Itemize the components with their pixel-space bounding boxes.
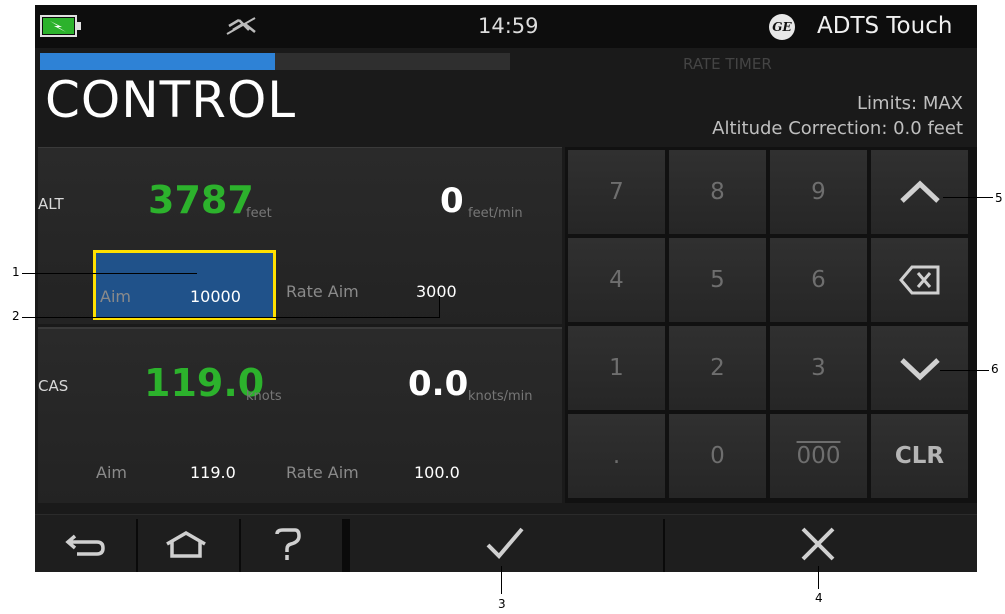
clear-button[interactable]: CLR: [871, 414, 968, 498]
rate-timer-progress-fill: [40, 53, 275, 70]
cas-unit: knots: [246, 389, 282, 404]
close-icon: [801, 527, 835, 561]
key-4[interactable]: 4: [568, 238, 665, 322]
altitude-correction-status: Altitude Correction: 0.0 feet: [712, 118, 963, 139]
chevron-up-icon: [900, 180, 940, 203]
key-decimal[interactable]: .: [568, 414, 665, 498]
rate-timer-label: RATE TIMER: [683, 55, 772, 73]
alt-aim-label: Aim: [100, 287, 131, 306]
cas-rate-value: 0.0: [408, 364, 469, 404]
cas-rate-unit: knots/min: [468, 389, 533, 404]
callout-5-line: [943, 197, 993, 198]
alt-panel[interactable]: ALT 3787 feet 0 feet/min Aim 10000 Rate …: [38, 147, 562, 324]
key-2[interactable]: 2: [669, 326, 766, 410]
alt-rate-aim-label: Rate Aim: [286, 282, 359, 301]
key-1[interactable]: 1: [568, 326, 665, 410]
callout-1-line: [22, 273, 197, 274]
cas-rate-aim-label: Rate Aim: [286, 463, 359, 482]
check-icon: [486, 527, 524, 559]
help-icon: [275, 528, 301, 560]
key-9[interactable]: 9: [770, 150, 867, 234]
alt-rate-aim-value[interactable]: 3000: [416, 282, 457, 301]
device-screen: 14:59 GE ADTS Touch RATE TIMER CONTROL L…: [35, 5, 977, 572]
callout-3: 3: [498, 597, 506, 611]
callout-6-line: [940, 370, 989, 371]
cas-aim-value[interactable]: 119.0: [190, 463, 236, 482]
callout-3-line: [501, 566, 502, 594]
battery-charging-icon: [40, 15, 81, 37]
cas-panel[interactable]: CAS 119.0 knots 0.0 knots/min Aim 119.0 …: [38, 327, 562, 503]
key-3[interactable]: 3: [770, 326, 867, 410]
scroll-down-button[interactable]: [871, 326, 968, 410]
chevron-down-icon: [900, 358, 940, 381]
alt-rate-unit: feet/min: [468, 206, 523, 221]
cas-aim-label: Aim: [96, 463, 127, 482]
back-button[interactable]: [35, 515, 135, 572]
callout-2-line: [22, 317, 440, 318]
callout-2: 2: [12, 309, 20, 323]
rate-timer-progress: [40, 53, 510, 70]
status-bar: 14:59 GE ADTS Touch: [35, 5, 977, 48]
cancel-button[interactable]: [665, 515, 977, 572]
callout-5: 5: [995, 191, 1003, 205]
accept-button[interactable]: [351, 515, 661, 572]
callout-4: 4: [815, 591, 823, 605]
scroll-up-button[interactable]: [871, 150, 968, 234]
backspace-button[interactable]: [871, 238, 968, 322]
help-button[interactable]: [241, 515, 341, 572]
cas-rate-aim-value[interactable]: 100.0: [414, 463, 460, 482]
usb-disconnected-icon: [226, 17, 256, 35]
home-icon: [166, 530, 206, 558]
page-title: CONTROL: [45, 71, 297, 129]
limits-status: Limits: MAX: [857, 93, 963, 114]
callout-2-line-vertical: [439, 296, 440, 318]
alt-rate-value: 0: [440, 181, 464, 221]
callout-4-line: [818, 566, 819, 589]
cas-label: CAS: [38, 377, 69, 395]
key-7[interactable]: 7: [568, 150, 665, 234]
navigation-bar: [35, 514, 977, 572]
key-0[interactable]: 0: [669, 414, 766, 498]
key-6[interactable]: 6: [770, 238, 867, 322]
home-button[interactable]: [138, 515, 238, 572]
product-name: ADTS Touch: [817, 13, 953, 39]
alt-unit: feet: [246, 206, 272, 221]
alt-value: 3787: [148, 178, 254, 222]
alt-aim-field[interactable]: Aim 10000: [93, 250, 276, 320]
key-5[interactable]: 5: [669, 238, 766, 322]
callout-6: 6: [991, 362, 999, 376]
key-8[interactable]: 8: [669, 150, 766, 234]
back-icon: [65, 534, 105, 556]
numeric-keypad: 7 8 9 4 5 6 1 2 3 . 0 000 CLR: [565, 147, 977, 503]
clock: 14:59: [478, 14, 539, 38]
alt-label: ALT: [38, 195, 64, 213]
alt-aim-value: 10000: [190, 287, 241, 306]
key-000[interactable]: 000: [770, 414, 867, 498]
callout-1: 1: [12, 265, 20, 279]
ge-logo: GE: [769, 14, 795, 40]
backspace-icon: [899, 265, 940, 295]
